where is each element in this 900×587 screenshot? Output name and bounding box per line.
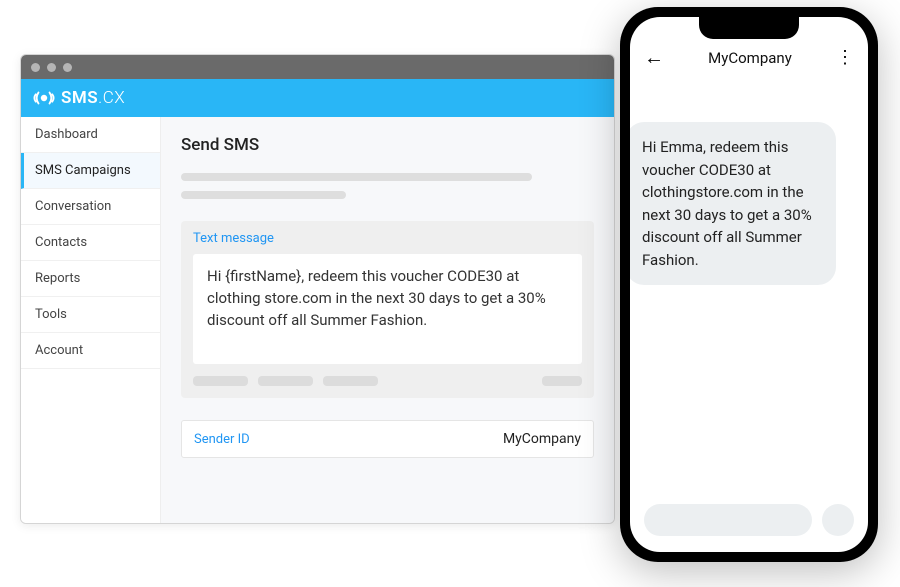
received-message-bubble: Hi Emma, redeem this voucher CODE30 at c… [630, 122, 836, 285]
sidebar-item-conversation[interactable]: Conversation [21, 189, 160, 225]
card-footer-placeholders [193, 376, 582, 386]
sender-id-value: MyCompany [503, 431, 581, 447]
window-dot-icon [31, 63, 40, 72]
sidebar-item-account[interactable]: Account [21, 333, 160, 369]
sender-id-label: Sender ID [194, 432, 250, 447]
sidebar-item-reports[interactable]: Reports [21, 261, 160, 297]
window-dot-icon [47, 63, 56, 72]
send-button[interactable] [822, 504, 854, 536]
sidebar-item-contacts[interactable]: Contacts [21, 225, 160, 261]
phone-input-bar [630, 494, 868, 552]
sender-id-row[interactable]: Sender ID MyCompany [181, 420, 594, 458]
brand-logo[interactable]: SMS.CX [33, 87, 125, 109]
text-message-label: Text message [193, 231, 582, 246]
dashboard-window: SMS.CX Dashboard SMS Campaigns Conversat… [20, 54, 615, 524]
placeholder-pill [258, 376, 313, 386]
message-input-pill[interactable] [644, 504, 812, 536]
contact-name: MyCompany [708, 49, 792, 67]
more-vertical-icon[interactable]: ⋮ [836, 47, 854, 68]
phone-mockup: ← MyCompany ⋮ Hi Emma, redeem this vouch… [620, 7, 878, 562]
placeholder-line [181, 173, 532, 181]
placeholder-pill [542, 376, 582, 386]
placeholder-line [181, 191, 346, 199]
placeholder-pill [323, 376, 378, 386]
message-input[interactable]: Hi {firstName}, redeem this voucher CODE… [193, 254, 582, 364]
text-message-card: Text message Hi {firstName}, redeem this… [181, 221, 594, 398]
back-arrow-icon[interactable]: ← [644, 45, 664, 70]
app-header: SMS.CX [21, 79, 614, 117]
main-panel: Send SMS Text message Hi {firstName}, re… [161, 117, 614, 523]
sidebar-item-dashboard[interactable]: Dashboard [21, 117, 160, 153]
brand-name: SMS.CX [61, 88, 125, 108]
sidebar: Dashboard SMS Campaigns Conversation Con… [21, 117, 161, 523]
signal-icon [33, 87, 55, 109]
sidebar-item-tools[interactable]: Tools [21, 297, 160, 333]
sidebar-item-sms-campaigns[interactable]: SMS Campaigns [21, 153, 160, 189]
message-list: Hi Emma, redeem this voucher CODE30 at c… [630, 82, 868, 494]
page-title: Send SMS [181, 135, 594, 155]
window-titlebar [21, 55, 614, 79]
phone-screen: ← MyCompany ⋮ Hi Emma, redeem this vouch… [630, 17, 868, 552]
window-dot-icon [63, 63, 72, 72]
placeholder-pill [193, 376, 248, 386]
phone-notch [699, 17, 799, 39]
